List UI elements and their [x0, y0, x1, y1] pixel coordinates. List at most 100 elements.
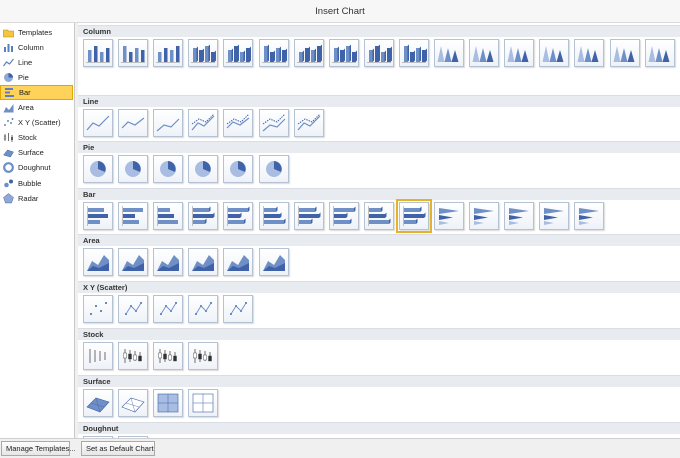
chart-subtype-line-7[interactable]	[294, 109, 324, 137]
chart-subtype-surface-2[interactable]	[118, 389, 148, 417]
chart-subtype-scatter-2[interactable]	[118, 295, 148, 323]
chart-subtype-column-5[interactable]	[223, 39, 253, 67]
chart-subtype-pie-5[interactable]	[223, 155, 253, 183]
chart-subtype-column-4[interactable]	[188, 39, 218, 67]
chart-subtype-scatter-3[interactable]	[153, 295, 183, 323]
column-chart-icon	[648, 46, 670, 62]
bar-chart-icon	[122, 206, 143, 226]
sidebar-item-label: Stock	[18, 133, 37, 142]
chart-subtype-column-15[interactable]	[574, 39, 604, 67]
chart-subtype-bar-8[interactable]	[329, 202, 359, 230]
chart-subtype-column-7[interactable]	[294, 39, 324, 67]
sidebar-item-doughnut[interactable]: Doughnut	[0, 160, 73, 175]
chart-subtype-column-9[interactable]	[364, 39, 394, 67]
category-header-doughnut: Doughnut	[78, 422, 680, 434]
chart-subtype-area-6[interactable]	[259, 248, 289, 276]
sidebar-item-label: Radar	[18, 194, 39, 203]
chart-subtype-surface-4[interactable]	[188, 389, 218, 417]
chart-subtype-scatter-1[interactable]	[83, 295, 113, 323]
bar-chart-icon	[579, 208, 599, 225]
sidebar-item-templates[interactable]: Templates	[0, 25, 73, 40]
chart-subtype-area-2[interactable]	[118, 248, 148, 276]
sidebar-item-radar[interactable]: Radar	[0, 191, 73, 206]
chart-subtype-bar-10[interactable]	[396, 199, 432, 233]
chart-subtype-stock-2[interactable]	[118, 342, 148, 370]
sidebar-item-label: Templates	[18, 28, 53, 37]
chart-subtype-bar-3[interactable]	[153, 202, 183, 230]
chart-subtype-column-13[interactable]	[504, 39, 534, 67]
chart-subtype-bar-6[interactable]	[259, 202, 289, 230]
chart-subtype-column-6[interactable]	[259, 39, 289, 67]
chart-subtype-column-8[interactable]	[329, 39, 359, 67]
sidebar-item-bar[interactable]: Bar	[0, 85, 73, 100]
chart-subtype-column-14[interactable]	[539, 39, 569, 67]
chart-subtype-column-16[interactable]	[610, 39, 640, 67]
chart-subtype-pie-4[interactable]	[188, 155, 218, 183]
chart-subtype-area-4[interactable]	[188, 248, 218, 276]
sidebar-item-pie[interactable]: Pie	[0, 70, 73, 85]
chart-subtype-bar-1[interactable]	[83, 202, 113, 230]
sidebar-item-x-y-scatter[interactable]: X Y (Scatter)	[0, 115, 73, 130]
chart-subtype-area-5[interactable]	[223, 248, 253, 276]
bar-chart-icon	[368, 206, 391, 226]
sidebar-item-label: Column	[18, 43, 44, 52]
chart-subtype-stock-3[interactable]	[153, 342, 183, 370]
chart-subtype-column-17[interactable]	[645, 39, 675, 67]
sidebar-item-stock[interactable]: Stock	[0, 130, 73, 145]
sidebar-item-line[interactable]: Line	[0, 55, 73, 70]
bar-chart-icon	[333, 206, 356, 226]
category-header-surface: Surface	[78, 375, 680, 387]
column-chart-icon	[191, 44, 216, 63]
chart-subtype-pie-1[interactable]	[83, 155, 113, 183]
chart-subtype-area-1[interactable]	[83, 248, 113, 276]
sidebar-item-bubble[interactable]: Bubble	[0, 176, 73, 191]
chart-subtype-bar-4[interactable]	[188, 202, 218, 230]
sidebar-item-area[interactable]: Area	[0, 100, 73, 115]
sidebar-item-column[interactable]: Column	[0, 40, 73, 55]
set-default-chart-button[interactable]: Set as Default Chart	[81, 441, 155, 456]
chart-subtype-surface-1[interactable]	[83, 389, 113, 417]
chart-subtype-bar-5[interactable]	[223, 202, 253, 230]
chart-subtype-stock-4[interactable]	[188, 342, 218, 370]
chart-subtype-bar-9[interactable]	[364, 202, 394, 230]
chart-subtype-pie-3[interactable]	[153, 155, 183, 183]
chart-subtype-bar-12[interactable]	[469, 202, 499, 230]
chart-subtype-bar-15[interactable]	[574, 202, 604, 230]
column-chart-icon	[542, 46, 564, 62]
chart-subtype-line-5[interactable]	[223, 109, 253, 137]
chart-subtype-bar-13[interactable]	[504, 202, 534, 230]
chart-subtype-line-6[interactable]	[259, 109, 289, 137]
sidebar-item-surface[interactable]: Surface	[0, 145, 73, 160]
chart-subtype-bar-2[interactable]	[118, 202, 148, 230]
chart-subtype-area-3[interactable]	[153, 248, 183, 276]
chart-subtype-column-10[interactable]	[399, 39, 429, 67]
chart-subtype-bar-14[interactable]	[539, 202, 569, 230]
surface-chart-icon	[192, 393, 214, 413]
bar-chart-icon	[192, 206, 215, 226]
chart-subtype-line-2[interactable]	[118, 109, 148, 137]
chart-subtype-stock-1[interactable]	[83, 342, 113, 370]
chart-subtype-pie-2[interactable]	[118, 155, 148, 183]
scatter-chart-icon	[4, 118, 14, 126]
chart-subtype-bar-7[interactable]	[294, 202, 324, 230]
line-chart-icon	[3, 58, 14, 67]
chart-subtype-column-1[interactable]	[83, 39, 113, 67]
window-title: Insert Chart	[0, 0, 680, 23]
chart-gallery: Column Line Pie Bar Area X Y (Scatter) Stock Su…	[78, 23, 680, 438]
chart-subtype-line-4[interactable]	[188, 109, 218, 137]
stock-chart-icon	[123, 349, 142, 363]
chart-subtype-column-2[interactable]	[118, 39, 148, 67]
chart-subtype-surface-3[interactable]	[153, 389, 183, 417]
chart-subtype-line-1[interactable]	[83, 109, 113, 137]
pie-chart-icon	[4, 73, 13, 82]
chart-subtype-column-12[interactable]	[469, 39, 499, 67]
sidebar-item-label: Surface	[18, 148, 44, 157]
chart-subtype-column-3[interactable]	[153, 39, 183, 67]
chart-subtype-scatter-4[interactable]	[188, 295, 218, 323]
chart-subtype-column-11[interactable]	[434, 39, 464, 67]
chart-subtype-scatter-5[interactable]	[223, 295, 253, 323]
chart-subtype-line-3[interactable]	[153, 109, 183, 137]
chart-subtype-pie-6[interactable]	[259, 155, 289, 183]
chart-subtype-bar-11[interactable]	[434, 202, 464, 230]
manage-templates-button[interactable]: Manage Templates...	[1, 441, 76, 456]
